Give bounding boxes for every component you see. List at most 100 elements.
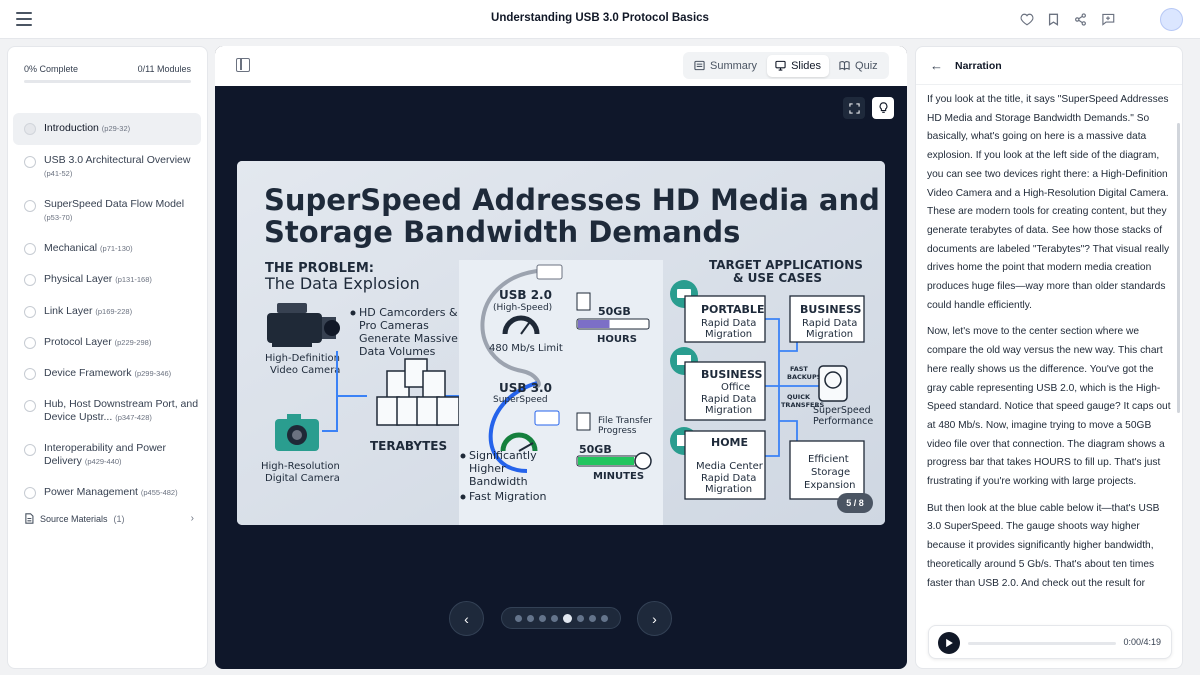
slide-image: SuperSpeed Addresses HD Media and Storag… (237, 161, 885, 525)
bookmark-icon[interactable] (1045, 11, 1062, 28)
module-item-hub-host-port[interactable]: Hub, Host Downstream Port, and Device Up… (13, 398, 201, 424)
module-item-architectural-overview[interactable]: USB 3.0 Architectural Overview (p41-52) (13, 154, 201, 180)
slide-usb3-bullet-3: Bandwidth (469, 475, 528, 488)
slide-dot[interactable] (526, 614, 534, 622)
comment-icon[interactable] (1099, 11, 1116, 28)
slides-icon (775, 60, 786, 71)
target-title: PORTABLE (701, 303, 764, 316)
module-status-icon (24, 444, 36, 456)
tab-summary[interactable]: Summary (686, 55, 765, 77)
hint-button[interactable] (872, 97, 894, 119)
slide-bullet-2: Pro Cameras (359, 319, 429, 332)
module-title: SuperSpeed Data Flow Model (44, 198, 185, 210)
lightbulb-icon (879, 102, 887, 113)
slide-usb2-file: 50GB (598, 305, 631, 318)
next-slide-button[interactable]: › (637, 601, 672, 636)
slide-dot[interactable] (588, 614, 596, 622)
slide-problem-subheading: The Data Explosion (264, 274, 420, 293)
progress-bar (24, 80, 191, 83)
clock-icon (634, 452, 652, 470)
module-item-link-layer[interactable]: Link Layer (p169-228) (13, 305, 201, 318)
module-title: Mechanical (44, 242, 98, 254)
slide-title-line2: Storage Bandwidth Demands (264, 215, 740, 249)
module-pages: (p29-32) (101, 124, 131, 133)
module-status-icon (24, 487, 36, 499)
slide-dot[interactable] (550, 614, 558, 622)
slide-video-camera-label-1: High-Definition (265, 353, 340, 364)
module-item-physical-layer[interactable]: Physical Layer (p131-168) (13, 273, 201, 286)
module-status-icon (24, 306, 36, 318)
slide-usb3-transfer-2: Progress (598, 426, 637, 436)
back-arrow-icon[interactable]: ← (930, 58, 943, 73)
prev-slide-button[interactable]: ‹ (449, 601, 484, 636)
module-count: 0/11 Modules (137, 64, 191, 74)
audio-seek-bar[interactable] (968, 642, 1116, 645)
slide-targets-heading-2: & USE CASES (733, 271, 822, 285)
module-pages: (p429-440) (84, 457, 122, 466)
slide-title-line1: SuperSpeed Addresses HD Media and (264, 183, 880, 217)
module-item-introduction[interactable]: Introduction (p29-32) (13, 113, 201, 145)
share-icon[interactable] (1072, 11, 1089, 28)
target-sub: Office (721, 382, 750, 393)
module-status-icon (24, 156, 36, 168)
tab-quiz[interactable]: Quiz (831, 55, 886, 77)
usb3-connector-icon (534, 410, 560, 426)
fullscreen-icon (848, 102, 860, 114)
fullscreen-button[interactable] (843, 97, 865, 119)
module-pages: (p41-52) (44, 169, 73, 178)
source-count: (1) (113, 513, 125, 524)
slide-dot[interactable] (576, 614, 584, 622)
avatar[interactable] (1160, 8, 1183, 31)
slide-dot[interactable] (538, 614, 546, 622)
viewer-toolbar: Summary Slides Quiz (215, 46, 907, 86)
progress-percent: 0% Complete (24, 64, 79, 74)
narration-title: Narration (955, 60, 1002, 72)
summary-icon (694, 60, 705, 71)
usb2-connector-icon (536, 264, 563, 280)
slide-bullet-1: HD Camcorders & (359, 306, 458, 319)
slide-superspeed-performance-2: Performance (813, 416, 873, 427)
slide-dot[interactable] (562, 613, 572, 623)
slide-terabytes-label: TERABYTES (370, 439, 447, 453)
sidebar-toggle-icon[interactable] (236, 58, 250, 72)
slide-usb2-sub: (High-Speed) (493, 303, 552, 313)
module-item-interoperability[interactable]: Interoperability and Power Delivery (p42… (13, 442, 201, 468)
module-status-icon (24, 337, 36, 349)
module-item-power-management[interactable]: Power Management (p455-482) (13, 486, 201, 499)
module-pages: (p347-428) (115, 413, 152, 422)
slide-usb2-time: HOURS (597, 334, 637, 345)
slide-digital-camera-label-2: Digital Camera (265, 473, 340, 484)
slide-bullet-3: Generate Massive (359, 332, 458, 345)
usb3-progress-fill (578, 457, 635, 465)
slide-video-camera-label-2: Video Camera (270, 365, 340, 376)
slide-dot[interactable] (514, 614, 522, 622)
module-pages: (p455-482) (140, 488, 178, 497)
target-title: BUSINESS (800, 303, 861, 316)
slide-usb3-time: MINUTES (593, 471, 644, 482)
slide-usb3-bullet-4: Fast Migration (469, 490, 546, 503)
module-item-protocol-layer[interactable]: Protocol Layer (p229-298) (13, 336, 201, 349)
heart-icon[interactable] (1018, 11, 1035, 28)
module-status-icon (24, 400, 36, 412)
narration-paragraph: Now, let's move to the center section wh… (927, 326, 1171, 488)
source-materials-link[interactable]: Source Materials (1) › (24, 513, 194, 524)
play-button[interactable] (938, 632, 960, 654)
tab-slides[interactable]: Slides (767, 54, 830, 77)
slide-usb2-limit: 480 Mb/s Limit (489, 343, 563, 354)
narration-panel: ← Narration If you look at the title, it… (915, 46, 1183, 669)
audio-player: 0:00/4:19 (928, 625, 1172, 659)
module-status-icon (24, 243, 36, 255)
target-sub: Rapid Data (701, 394, 756, 405)
module-sidebar: 0% Complete 0/11 Modules Introduction (p… (7, 46, 208, 669)
chevron-left-icon: ‹ (464, 610, 469, 627)
module-pages: (p229-298) (114, 338, 152, 347)
target-sub: Rapid Data (701, 318, 756, 329)
slide-dot[interactable] (600, 614, 608, 622)
module-title: Device Framework (44, 367, 132, 379)
module-item-mechanical[interactable]: Mechanical (p71-130) (13, 242, 201, 255)
scrollbar[interactable] (1177, 123, 1180, 413)
module-item-device-framework[interactable]: Device Framework (p299-346) (13, 367, 201, 380)
audio-time: 0:00/4:19 (1123, 637, 1161, 647)
slide-counter: 5 / 8 (837, 493, 873, 513)
module-item-data-flow-model[interactable]: SuperSpeed Data Flow Model (p53-70) (13, 198, 201, 224)
